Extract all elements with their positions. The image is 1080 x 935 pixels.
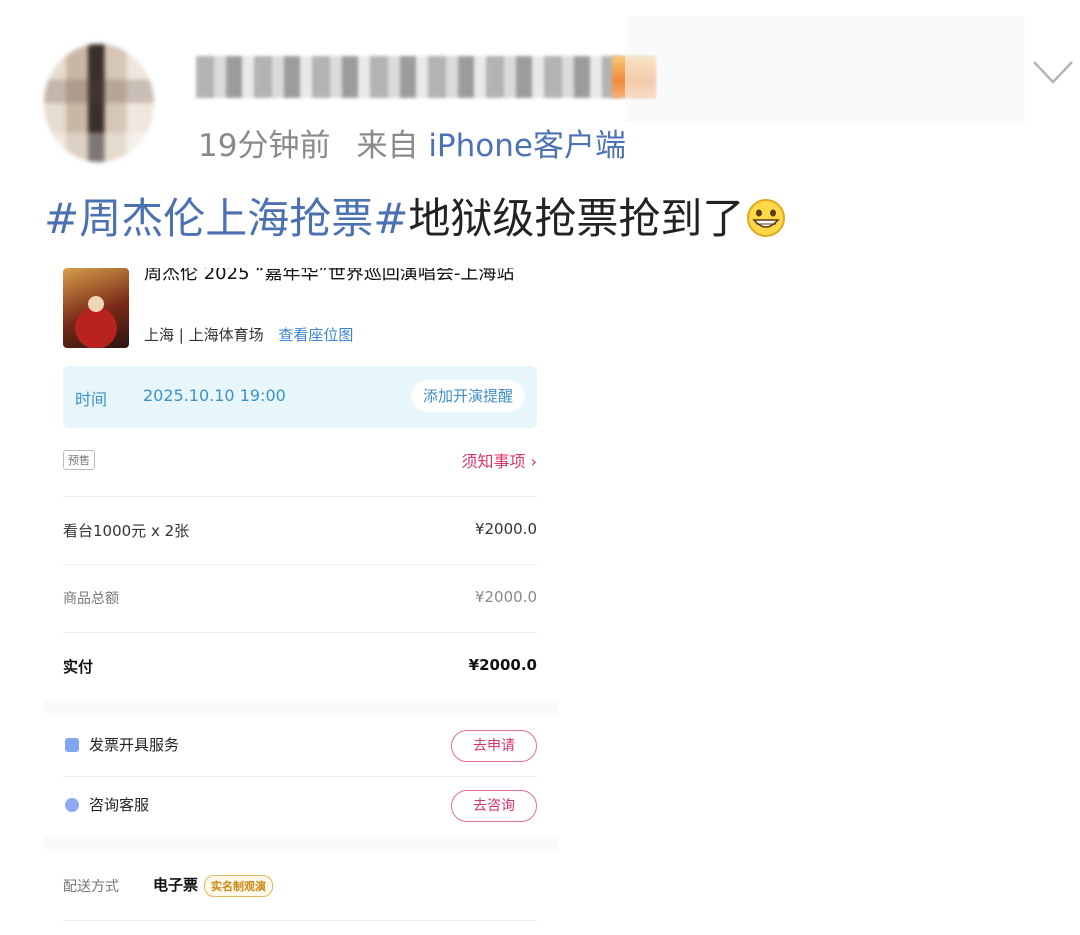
presale-tag: 预售 [63, 450, 95, 470]
line-item-row: 看台1000元 x 2张 ¥2000.0 [63, 496, 537, 565]
grinning-face-icon [747, 198, 786, 237]
concert-poster-image [63, 268, 129, 348]
invoice-row[interactable]: 发票开具服务 去申请 [63, 714, 537, 777]
venue-line: 上海 | 上海体育场 查看座位图 [144, 324, 353, 345]
avatar[interactable] [44, 44, 154, 162]
apply-invoice-button[interactable]: 去申请 [451, 730, 537, 762]
paid-row: 实付 ¥2000.0 [63, 632, 537, 700]
venue-name: 上海 | 上海体育场 [144, 326, 264, 344]
add-reminder-button[interactable]: 添加开演提醒 [410, 380, 525, 412]
presale-row: 预售 须知事项 › [63, 450, 537, 497]
chat-bubble-icon [65, 798, 79, 812]
time-box: 时间 2025.10.10 19:00 添加开演提醒 [63, 366, 537, 428]
header-fade [625, 16, 1025, 122]
support-row[interactable]: 咨询客服 去咨询 [63, 776, 537, 836]
notice-link[interactable]: 须知事项 › [462, 448, 538, 472]
seat-map-link[interactable]: 查看座位图 [278, 326, 353, 344]
post-text: #周杰伦上海抢票#地狱级抢票抢到了 [44, 188, 786, 250]
topic-link[interactable]: #周杰伦上海抢票# [44, 194, 408, 243]
time-label: 时间 [75, 390, 108, 409]
subtotal-row: 商品总额 ¥2000.0 [63, 564, 537, 633]
post-source-prefix: 来自 [356, 128, 419, 164]
delivery-label: 配送方式 [63, 879, 119, 895]
line-item-label: 看台1000元 x 2张 [63, 522, 190, 540]
realname-tag: 实名制观演 [204, 874, 274, 897]
subtotal-value: ¥2000.0 [474, 588, 537, 606]
time-value: 2025.10.10 19:00 [143, 386, 286, 405]
post-device-link[interactable]: iPhone客户端 [428, 128, 626, 164]
line-item-price: ¥2000.0 [474, 520, 537, 538]
section-divider [44, 836, 558, 850]
paid-value: ¥2000.0 [468, 656, 537, 674]
section-divider [44, 700, 558, 714]
invoice-label: 发票开具服务 [89, 736, 180, 754]
support-label: 咨询客服 [89, 796, 150, 814]
delivery-value-wrap: 电子票 实名制观演 [153, 874, 274, 897]
post-body: 地狱级抢票抢到了 [408, 194, 745, 243]
paid-label: 实付 [63, 658, 94, 676]
username-blurred[interactable] [196, 56, 656, 98]
show-title: 周杰伦 2025 “嘉年华”世界巡回演唱会-上海站 [144, 268, 515, 284]
post-meta: 19分钟前 来自 iPhone客户端 [198, 120, 626, 165]
subtotal-label: 商品总额 [63, 591, 119, 607]
ticket-screenshot[interactable]: 周杰伦 2025 “嘉年华”世界巡回演唱会-上海站 上海 | 上海体育场 查看座… [44, 268, 558, 935]
invoice-icon [65, 738, 79, 752]
delivery-row: 配送方式 电子票 实名制观演 [63, 850, 537, 921]
delivery-value: 电子票 [153, 876, 199, 894]
post-time: 19分钟前 [198, 128, 331, 164]
chevron-down-icon[interactable] [1032, 60, 1074, 86]
contact-support-button[interactable]: 去咨询 [451, 790, 537, 822]
